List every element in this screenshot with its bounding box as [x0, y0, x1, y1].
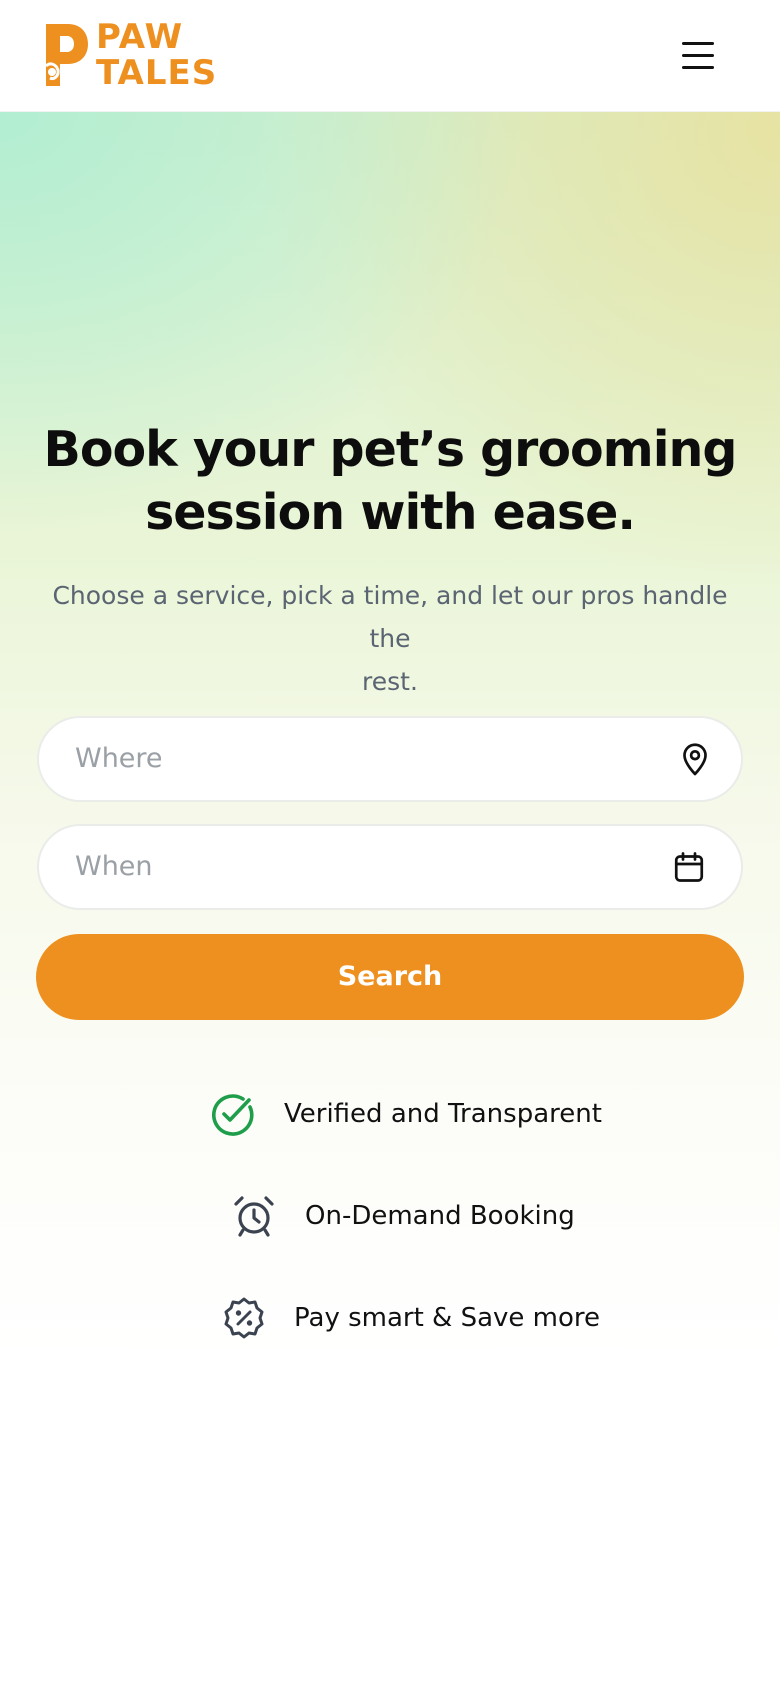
subhead-line: rest.: [362, 667, 418, 696]
logo-word-tales: TALES: [96, 53, 218, 93]
site-header: PAW TALES: [0, 0, 780, 112]
where-placeholder: Where: [75, 743, 163, 774]
discount-badge-icon: [224, 1297, 264, 1339]
hamburger-icon: [682, 42, 714, 45]
logo-mark-icon: [44, 24, 88, 86]
location-pin-icon[interactable]: [677, 741, 713, 777]
feature-on-demand: On-Demand Booking: [232, 1194, 575, 1240]
feature-verified: Verified and Transparent: [210, 1092, 602, 1138]
subhead-line: Choose a service, pick a time, and let o…: [52, 581, 728, 653]
hamburger-bar: [682, 54, 714, 57]
feature-label: Pay smart & Save more: [294, 1303, 601, 1333]
alarm-clock-icon: [234, 1196, 274, 1237]
headline-line: Book your pet’s grooming: [43, 421, 738, 478]
page: PAW TALES Book your pet’s grooming sessi…: [0, 0, 780, 1688]
hamburger-bar: [682, 66, 714, 69]
hero-headline: Book your pet’s grooming session with ea…: [40, 418, 740, 544]
calendar-icon[interactable]: [671, 849, 707, 885]
when-input[interactable]: When: [37, 824, 743, 910]
hamburger-menu-button[interactable]: [672, 34, 724, 76]
hero-subheading: Choose a service, pick a time, and let o…: [40, 574, 740, 703]
feature-label: Verified and Transparent: [284, 1099, 602, 1129]
when-placeholder: When: [75, 851, 153, 882]
headline-line: session with ease.: [145, 484, 636, 541]
search-button[interactable]: Search: [36, 934, 744, 1020]
where-input[interactable]: Where: [37, 716, 743, 802]
feature-label: On-Demand Booking: [305, 1201, 575, 1231]
paw-tales-logo[interactable]: PAW TALES: [42, 20, 216, 92]
feature-pay-smart: Pay smart & Save more: [222, 1296, 600, 1342]
logo-wordmark: PAW TALES: [96, 20, 217, 92]
logo-word-paw: PAW: [96, 17, 184, 57]
check-circle-icon: [211, 1094, 254, 1136]
